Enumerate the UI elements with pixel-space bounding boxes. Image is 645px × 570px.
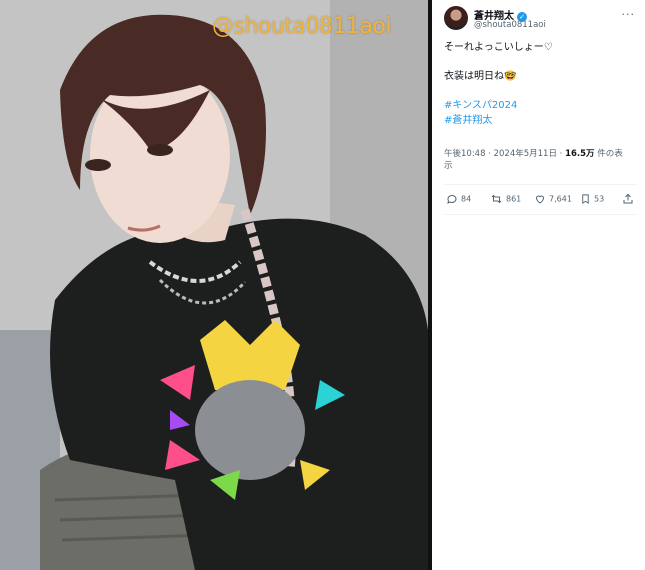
heart-icon: [535, 195, 545, 204]
separator: [444, 214, 637, 215]
reply-count: 84: [461, 194, 472, 204]
separator: [444, 184, 637, 185]
bookmark-count: 53: [594, 194, 605, 204]
retweet-count: 861: [506, 194, 522, 204]
view-count: 16.5万: [565, 149, 595, 159]
user-handle[interactable]: @shouta0811aoi: [474, 20, 546, 30]
avatar[interactable]: [444, 6, 468, 30]
photo-watermark: @shouta0811aoi: [212, 14, 391, 39]
retweet-icon: [491, 194, 502, 204]
views-label-wrap: 示: [444, 161, 453, 171]
views-label: 件の表: [594, 149, 623, 159]
bookmark-icon: [582, 194, 589, 204]
reply-button[interactable]: 84: [446, 193, 471, 205]
tweet-header: 蒼井翔太 ✓ @shouta0811aoi ···: [444, 6, 639, 32]
tweet-metadata: 午後10:48 · 2024年5月11日 · 16.5万 件の表 示: [444, 147, 623, 171]
share-button[interactable]: [622, 193, 637, 205]
more-options-icon[interactable]: ···: [622, 8, 636, 21]
hashtag-link[interactable]: #キンスパ2024: [444, 100, 517, 111]
timestamp[interactable]: 午後10:48 · 2024年5月11日 ·: [444, 149, 565, 159]
reply-icon: [447, 194, 457, 204]
tweet-panel: 蒼井翔太 ✓ @shouta0811aoi ··· そーれよっこいしょー♡ 衣装は…: [432, 0, 645, 570]
hashtag-link[interactable]: #蒼井翔太: [444, 115, 492, 126]
share-icon: [623, 193, 633, 204]
like-button[interactable]: 7,641: [534, 193, 572, 205]
tweet-body: そーれよっこいしょー♡ 衣装は明日ね🤓 #キンスパ2024 #蒼井翔太: [444, 40, 639, 128]
like-count: 7,641: [549, 194, 572, 204]
bookmark-button[interactable]: 53: [580, 193, 604, 205]
tweet-photo[interactable]: @shouta0811aoi: [0, 0, 428, 570]
selfie-illustration: [0, 0, 428, 570]
action-bar: 84 861 7,641 53: [446, 193, 639, 209]
tweet-line-2: 衣装は明日ね🤓: [444, 71, 517, 82]
tweet-line-1: そーれよっこいしょー♡: [444, 42, 553, 53]
retweet-button[interactable]: 861: [490, 193, 521, 205]
